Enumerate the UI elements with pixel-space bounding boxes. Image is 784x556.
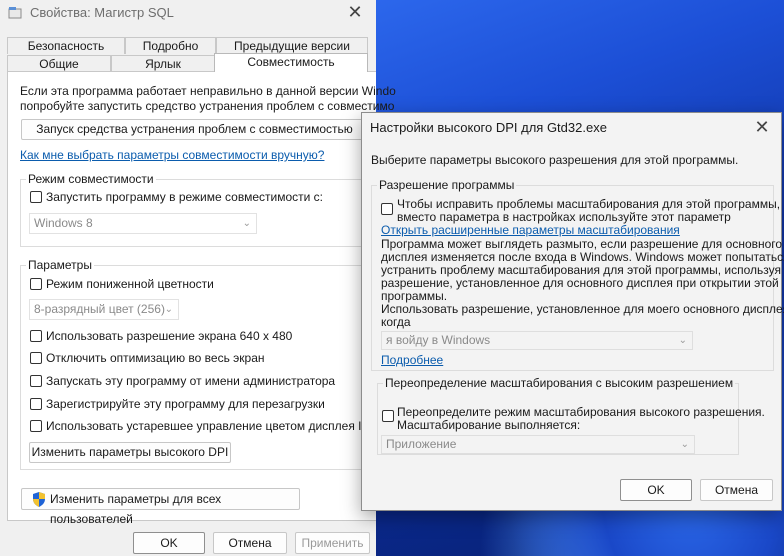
program-dpi-checkbox-line-1: Чтобы исправить проблемы масштабирования…: [397, 197, 781, 211]
all-users-button[interactable]: Изменить параметры для всех пользователе…: [21, 488, 300, 526]
legacy-icc-label: Использовать устаревшее управление цвето…: [46, 419, 379, 433]
override-label: Переопределение масштабирования с высоки…: [383, 376, 736, 390]
run-admin-checkbox[interactable]: [30, 375, 42, 387]
disable-fullscreen-label: Отключить оптимизацию во весь экран: [46, 351, 265, 365]
settings-label: Параметры: [26, 258, 94, 272]
apply-button[interactable]: Применить: [295, 532, 370, 554]
chevron-down-icon: ⌄: [242, 218, 251, 229]
program-dpi-label: Разрешение программы: [377, 178, 517, 192]
compat-mode-label: Режим совместимости: [26, 172, 156, 186]
desc-line-5: программы.: [381, 289, 448, 303]
res-640-label: Использовать разрешение экрана 640 x 480: [46, 329, 293, 343]
dpi-title: Настройки высокого DPI для Gtd32.exe: [370, 120, 607, 135]
dpi-intro: Выберите параметры высокого разрешения д…: [371, 153, 739, 167]
dpi-settings-dialog: Настройки высокого DPI для Gtd32.exe ✕ В…: [361, 112, 784, 511]
program-dpi-checkbox-line-2: вместо параметра в настройках используйт…: [397, 210, 731, 224]
dpi-cancel-button[interactable]: Отмена: [700, 479, 773, 501]
tab-shortcut[interactable]: Ярлык: [111, 55, 215, 72]
uac-shield-icon: [33, 492, 45, 507]
tab-security[interactable]: Безопасность: [7, 37, 125, 54]
dpi-ok-button[interactable]: OK: [620, 479, 692, 501]
compat-mode-checkbox-label: Запустить программу в режиме совместимос…: [46, 190, 323, 204]
run-admin-label: Запускать эту программу от имени админис…: [46, 374, 336, 388]
program-dpi-checkbox[interactable]: [381, 203, 393, 215]
manual-settings-link[interactable]: Как мне выбрать параметры совместимости …: [20, 148, 324, 162]
override-checkbox-line-2: Масштабирование выполняется:: [397, 418, 581, 432]
app-icon: [8, 7, 22, 19]
properties-titlebar[interactable]: Свойства: Магистр SQL ✕: [0, 0, 376, 26]
intro-line-2: попробуйте запустить средство устранения…: [20, 99, 395, 113]
register-restart-label: Зарегистрируйте эту программу для переза…: [46, 397, 325, 411]
tab-compatibility[interactable]: Совместимость: [214, 53, 368, 72]
properties-title: Свойства: Магистр SQL: [30, 5, 174, 20]
chevron-down-icon: ⌄: [680, 439, 689, 450]
override-select[interactable]: Приложение ⌄: [381, 435, 695, 454]
desc-line-1: Программа может выглядеть размыто, если …: [381, 237, 783, 251]
settings-group: [20, 265, 368, 470]
disable-fullscreen-checkbox[interactable]: [30, 352, 42, 364]
intro-line-1: Если эта программа работает неправильно …: [20, 84, 396, 98]
chevron-down-icon: ⌄: [678, 335, 687, 346]
close-icon[interactable]: ✕: [747, 115, 777, 139]
legacy-icc-checkbox[interactable]: [30, 420, 42, 432]
res-640-checkbox[interactable]: [30, 330, 42, 342]
dpi-when-select[interactable]: я войду в Windows ⌄: [381, 331, 693, 350]
color-depth-select[interactable]: 8-разрядный цвет (256) ⌄: [29, 299, 179, 320]
advanced-scaling-link[interactable]: Открыть расширенные параметры масштабиро…: [381, 223, 680, 237]
override-checkbox[interactable]: [382, 410, 394, 422]
chevron-down-icon: ⌄: [164, 304, 173, 315]
reduced-color-checkbox[interactable]: [30, 278, 42, 290]
tab-general[interactable]: Общие: [7, 55, 111, 72]
desc-line-3: устранить проблему масштабирования для э…: [381, 263, 782, 277]
compat-mode-checkbox[interactable]: [30, 191, 42, 203]
change-dpi-button[interactable]: Изменить параметры высокого DPI: [29, 442, 231, 463]
run-troubleshooter-button[interactable]: Запуск средства устранения проблем с сов…: [21, 119, 368, 140]
compat-mode-select[interactable]: Windows 8 ⌄: [29, 213, 257, 234]
tab-details[interactable]: Подробно: [125, 37, 216, 54]
desc-line-2: дисплея изменяется после входа в Windows…: [381, 250, 784, 264]
tab-previous-versions[interactable]: Предыдущие версии: [216, 37, 368, 54]
use-line-1: Использовать разрешение, установленное д…: [381, 302, 784, 316]
dpi-titlebar[interactable]: Настройки высокого DPI для Gtd32.exe ✕: [362, 113, 781, 141]
register-restart-checkbox[interactable]: [30, 398, 42, 410]
desc-line-4: разрешение, установленное для основного …: [381, 276, 779, 290]
properties-window: Свойства: Магистр SQL ✕ Безопасность Под…: [0, 0, 396, 556]
reduced-color-label: Режим пониженной цветности: [46, 277, 214, 291]
more-info-link[interactable]: Подробнее: [381, 353, 443, 367]
close-icon[interactable]: ✕: [340, 0, 370, 24]
use-line-2: когда: [381, 315, 411, 329]
ok-button[interactable]: OK: [133, 532, 205, 554]
override-checkbox-line-1: Переопределите режим масштабирования выс…: [397, 405, 765, 419]
cancel-button[interactable]: Отмена: [213, 532, 287, 554]
